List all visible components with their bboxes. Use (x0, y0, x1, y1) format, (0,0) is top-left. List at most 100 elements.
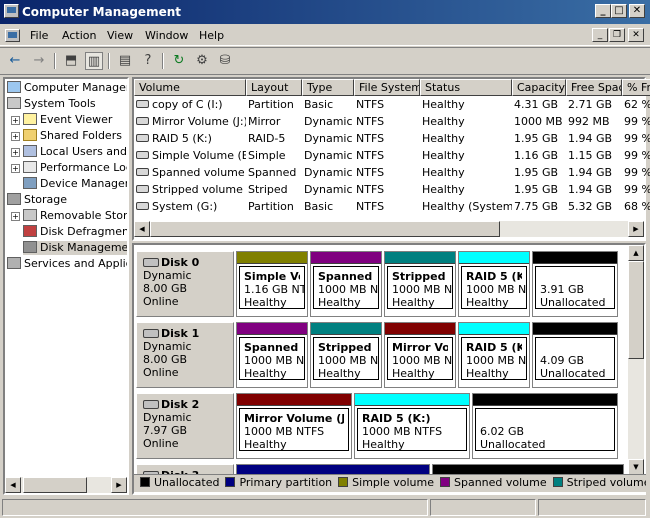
volume-region[interactable]: Simple Volume (E:)1.16 GB NTFSHealthy (236, 251, 308, 317)
column-header-free-space[interactable]: Free Space (566, 79, 622, 96)
expand-icon[interactable]: + (11, 164, 20, 173)
close-button[interactable]: ✕ (629, 4, 645, 18)
scroll-left-icon[interactable]: ◀ (134, 221, 150, 237)
volume-name-cell: Stripped volume (H:) (136, 181, 246, 198)
menu-file[interactable]: File (30, 29, 48, 42)
disk-rows: Disk 0Dynamic8.00 GBOnlineSimple Volume … (134, 245, 628, 475)
mdi-minimize-button[interactable]: _ (592, 28, 608, 42)
table-row[interactable]: RAID 5 (K:) RAID-5 Dynamic NTFS Healthy 1.95 … (134, 130, 650, 147)
table-cell: 1.95 GB (514, 183, 559, 196)
column-header-layout[interactable]: Layout (246, 79, 302, 96)
tree-item-device-manager[interactable]: Device Manager (23, 177, 127, 191)
volume-color-bar (237, 252, 307, 264)
volume-region[interactable]: Stripped volume (H:)1000 MB NTFSHealthy (384, 251, 456, 317)
list-horizontal-scrollbar[interactable]: ◀ ▶ (134, 221, 644, 237)
refresh-icon[interactable]: ↻ (170, 52, 188, 70)
storage-icon (7, 193, 21, 205)
volume-region[interactable]: RAID 5 (K:)1000 MB NTFSHealthy (354, 393, 470, 459)
volume-title: Simple Volume (E:) (244, 270, 300, 283)
tree-item-system-tools[interactable]: System Tools (7, 97, 96, 111)
scroll-down-icon[interactable]: ▼ (628, 459, 644, 475)
graph-vertical-scrollbar[interactable]: ▲ ▼ (628, 245, 644, 475)
tree-item-shared-folders[interactable]: + Shared Folders (11, 129, 122, 143)
volume-region[interactable]: Mirror Volume (J:)1000 MB NTFSHealthy (236, 393, 352, 459)
table-row[interactable]: Spanned volume (G:)Spanned DynamicNTFS Hea… (134, 164, 650, 181)
disk-label[interactable]: Disk 2 Dynamic 7.97 GB Online (136, 393, 234, 459)
tree-item-root[interactable]: Computer Management (Local) (7, 81, 127, 95)
scroll-thumb[interactable] (628, 261, 644, 359)
tree-item-disk-management[interactable]: Disk Management (23, 241, 127, 255)
scroll-right-icon[interactable]: ▶ (628, 221, 644, 237)
unallocated-region[interactable]: 6.02 GB Unallocated (472, 393, 618, 459)
disk-type: Dynamic (143, 411, 192, 424)
volume-region[interactable]: Spanned volume (G:)1000 MB NTFSHealthy (310, 251, 382, 317)
volume-color-bar (459, 252, 529, 264)
volume-size: 1000 MB NTFS (318, 283, 379, 296)
table-row[interactable]: Simple Volume (E:)Simple DynamicNTFS Healt… (134, 147, 650, 164)
volume-status: Healthy (244, 438, 287, 451)
disk-tool-icon[interactable]: ⛁ (216, 52, 234, 70)
scroll-thumb[interactable] (150, 221, 500, 237)
tree-item-performance[interactable]: +Performance Logs and Alerts (11, 161, 127, 175)
table-row[interactable]: System (G:) Partition Basic NTFS Healthy (Sy… (134, 198, 650, 215)
volume-status: Healthy (392, 367, 435, 380)
forward-arrow-icon[interactable]: → (30, 52, 48, 70)
tree-item-disk-defragmenter[interactable]: Disk Defragmenter (23, 225, 127, 239)
column-header--free[interactable]: % Free (622, 79, 650, 96)
volume-region[interactable]: Spanned volume (G:)1000 MB NTFSHealthy (236, 322, 308, 388)
column-header-capacity[interactable]: Capacity (512, 79, 566, 96)
scroll-left-icon[interactable]: ◀ (5, 477, 21, 493)
volume-title (480, 412, 610, 425)
menu-window[interactable]: Window (145, 29, 188, 42)
properties-icon[interactable]: ▤ (116, 52, 134, 70)
expand-icon[interactable]: + (11, 148, 20, 157)
tree-item-local-users[interactable]: +Local Users and Groups (11, 145, 127, 159)
unallocated-region[interactable]: 3.91 GB Unallocated (532, 251, 618, 317)
show-tree-icon[interactable]: ▥ (85, 52, 103, 70)
maximize-button[interactable]: □ (611, 4, 627, 18)
menu-action[interactable]: Action (62, 29, 96, 42)
table-cell: 1.15 GB (568, 149, 613, 162)
mdi-close-button[interactable]: ✕ (628, 28, 644, 42)
volume-region[interactable]: RAID 5 (K:)1000 MB NTFSHealthy (458, 322, 530, 388)
scroll-thumb[interactable] (23, 477, 87, 493)
menu-help[interactable]: Help (199, 29, 224, 42)
volume-region[interactable]: Mirror Volume (J:)1000 MB NTFSHealthy (384, 322, 456, 388)
volume-region[interactable]: RAID 5 (K:)1000 MB NTFSHealthy (458, 251, 530, 317)
unallocated-region[interactable]: 4.09 GB Unallocated (532, 322, 618, 388)
table-row[interactable]: copy of C (I:) Partition Basic NTFS Healthy 4… (134, 96, 650, 113)
column-header-type[interactable]: Type (302, 79, 354, 96)
column-header-status[interactable]: Status (420, 79, 512, 96)
table-cell: 1.95 GB (514, 166, 559, 179)
table-cell: Simple (248, 149, 286, 162)
tree-item-services[interactable]: Services and Applications (7, 257, 127, 271)
tree-item-storage[interactable]: Storage (7, 193, 67, 207)
table-cell: Healthy (422, 115, 465, 128)
settings-icon[interactable]: ⚙ (193, 52, 211, 70)
tree-item-event-viewer[interactable]: + Event Viewer (11, 113, 112, 127)
help-icon[interactable]: ? (139, 52, 157, 70)
back-arrow-icon[interactable]: ← (6, 52, 24, 70)
mdi-child-icon[interactable] (5, 29, 20, 42)
minimize-button[interactable]: _ (595, 4, 611, 18)
disk-label[interactable]: Disk 0 Dynamic 8.00 GB Online (136, 251, 234, 317)
column-header-volume[interactable]: Volume (134, 79, 246, 96)
scroll-up-icon[interactable]: ▲ (628, 245, 644, 261)
expand-icon[interactable]: + (11, 132, 20, 141)
tree-horizontal-scrollbar[interactable]: ◀ ▶ (5, 477, 127, 493)
table-cell: Healthy (422, 132, 465, 145)
scroll-right-icon[interactable]: ▶ (111, 477, 127, 493)
disk-state: Online (143, 295, 179, 308)
disk-label[interactable]: Disk 1 Dynamic 8.00 GB Online (136, 322, 234, 388)
disk-name: Disk 0 (143, 256, 227, 269)
mdi-restore-button[interactable]: ❐ (609, 28, 625, 42)
tree-item-removable-storage[interactable]: +Removable Storage (11, 209, 127, 223)
table-row[interactable]: Stripped volume (H:)Striped DynamicNTFS He… (134, 181, 650, 198)
menu-view[interactable]: View (107, 29, 133, 42)
column-header-file-system[interactable]: File System (354, 79, 420, 96)
volume-region[interactable]: Stripped volume (H:)1000 MB NTFSHealthy (310, 322, 382, 388)
expand-icon[interactable]: + (11, 212, 20, 221)
table-row[interactable]: Mirror Volume (J:) Mirror Dynamic NTFS Healt… (134, 113, 650, 130)
expand-icon[interactable]: + (11, 116, 20, 125)
up-folder-icon[interactable]: ⬒ (62, 52, 80, 70)
